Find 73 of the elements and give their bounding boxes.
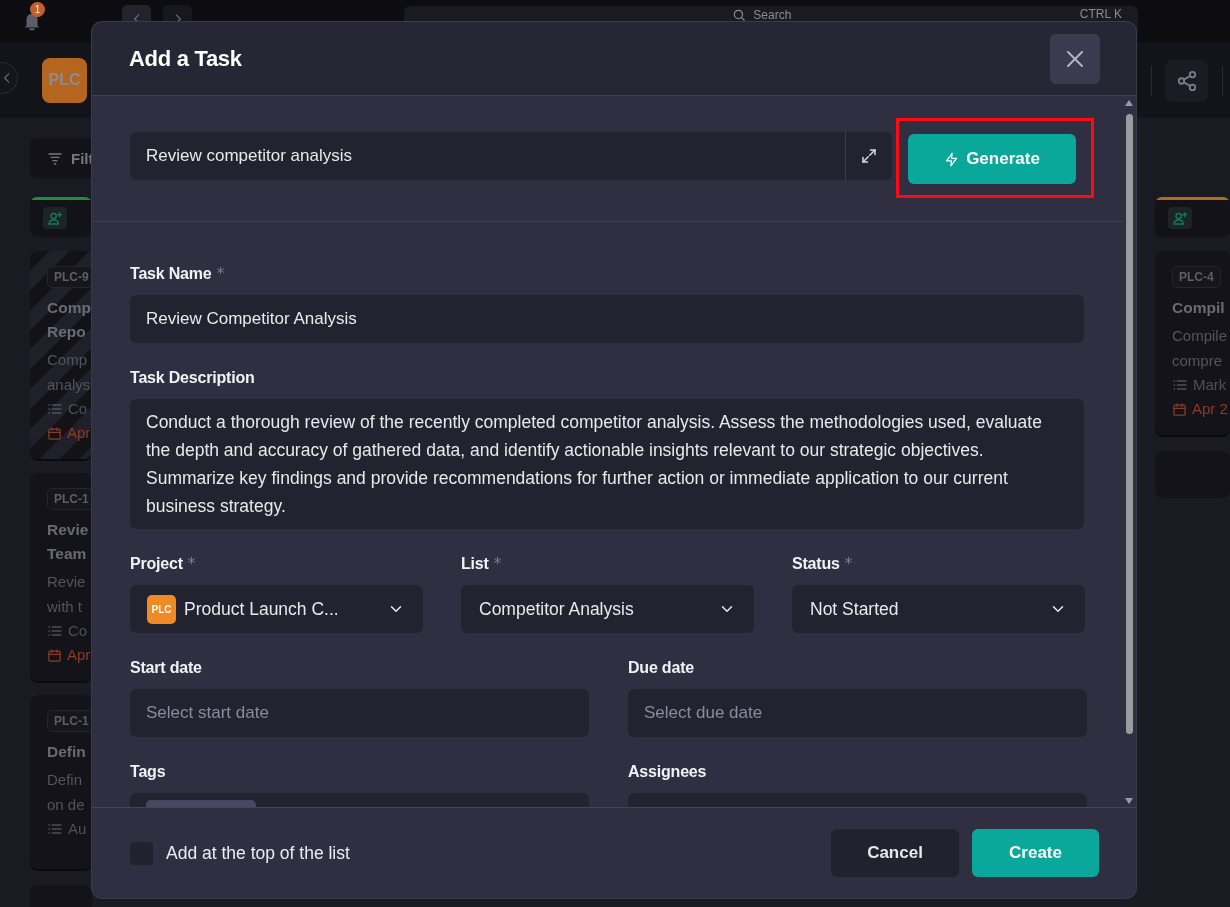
search-icon [732,8,747,22]
select-field[interactable]: PLC Product Launch C... [130,585,423,633]
date-field[interactable]: Select due date [628,689,1087,737]
card-title: Revie [47,520,90,540]
required-icon [215,266,225,275]
card-description: with t [47,597,83,617]
field-label: Tags [130,762,166,782]
required-icon [492,556,502,565]
field-label: Assignees [628,762,707,782]
dialog-title: Add a Task [129,45,242,72]
user-plus-icon [47,210,63,226]
description-field[interactable]: Conduct a thorough review of the recently completed competitor analysis. Assess the methodologies used, evaluate the depth and accuracy of gathered data, and identify actionable insights relevant to our strategic objectives. Summarize key findings and provide recommendations for further action or immediate application to our current business strategy. [130,399,1084,529]
card-description: Revie [47,572,87,592]
task-card[interactable]: PLC-9 Comp Repo Comp analys Co Apr [30,251,92,459]
field-label: Task Name [130,264,212,284]
calendar-icon [47,425,62,441]
filter-icon [47,150,63,166]
select-field[interactable]: Not Started [792,585,1085,633]
card-description: on de [47,795,86,815]
card-title: Defin [47,742,87,762]
list-icon [1172,377,1188,393]
prompt-field[interactable]: Review competitor analysis [130,132,845,180]
task-key: PLC-4 [1172,266,1221,288]
task-key: PLC-9 [47,266,92,288]
checkbox-label: Add at the top of the list [166,842,351,864]
required-icon [186,556,196,565]
collapse-button[interactable] [0,62,18,94]
card-description: Defin [47,770,84,790]
card-title: Comp [47,298,92,318]
card-title: Team [47,544,88,564]
required-icon [843,556,853,565]
card-title: Compil [1172,298,1226,318]
share-button[interactable] [1165,60,1208,102]
list-name: Co [68,621,88,641]
task-key: PLC-1 [47,710,92,732]
card-description: compre [1172,351,1224,371]
expand-button[interactable] [845,132,892,180]
project-avatar: PLC [42,57,87,103]
list-name: Mark [1193,375,1227,395]
list-name: Au [68,819,87,839]
field-label: Due date [628,658,694,678]
notification-badge: 1 [30,2,45,17]
card-description: Compile [1172,326,1229,346]
due-date: Apr [67,645,91,665]
close-button[interactable] [1050,33,1100,84]
card-description: analys [47,375,92,395]
list-icon [47,401,63,417]
share-icon [1175,70,1198,92]
calendar-icon [47,647,62,663]
due-date: Apr [67,423,91,443]
project-badge: PLC [147,594,176,624]
expand-icon [860,147,878,165]
add-user-button[interactable] [1168,207,1192,229]
due-date: Apr 2 [1192,399,1228,419]
select-field[interactable]: Competitor Analysis [461,585,754,633]
cancel-button[interactable]: Cancel [831,829,959,877]
task-name-field[interactable]: Review Competitor Analysis [130,295,1084,343]
field-label: List [461,554,489,574]
add-user-button[interactable] [43,207,67,229]
user-plus-icon [1172,210,1188,226]
field-label: Status [792,554,840,574]
date-field[interactable]: Select start date [130,689,589,737]
card-description: Comp [47,350,88,370]
list-name: Co [68,399,88,419]
list-icon [47,623,63,639]
task-key: PLC-1 [47,488,92,510]
field-label: Project [130,554,183,574]
card-title: Repo [47,322,87,342]
field-label: Start date [130,658,202,678]
calendar-icon [1172,401,1187,417]
bolt-icon [944,151,960,167]
list-icon [47,821,63,837]
field-label: Task Description [130,368,255,388]
